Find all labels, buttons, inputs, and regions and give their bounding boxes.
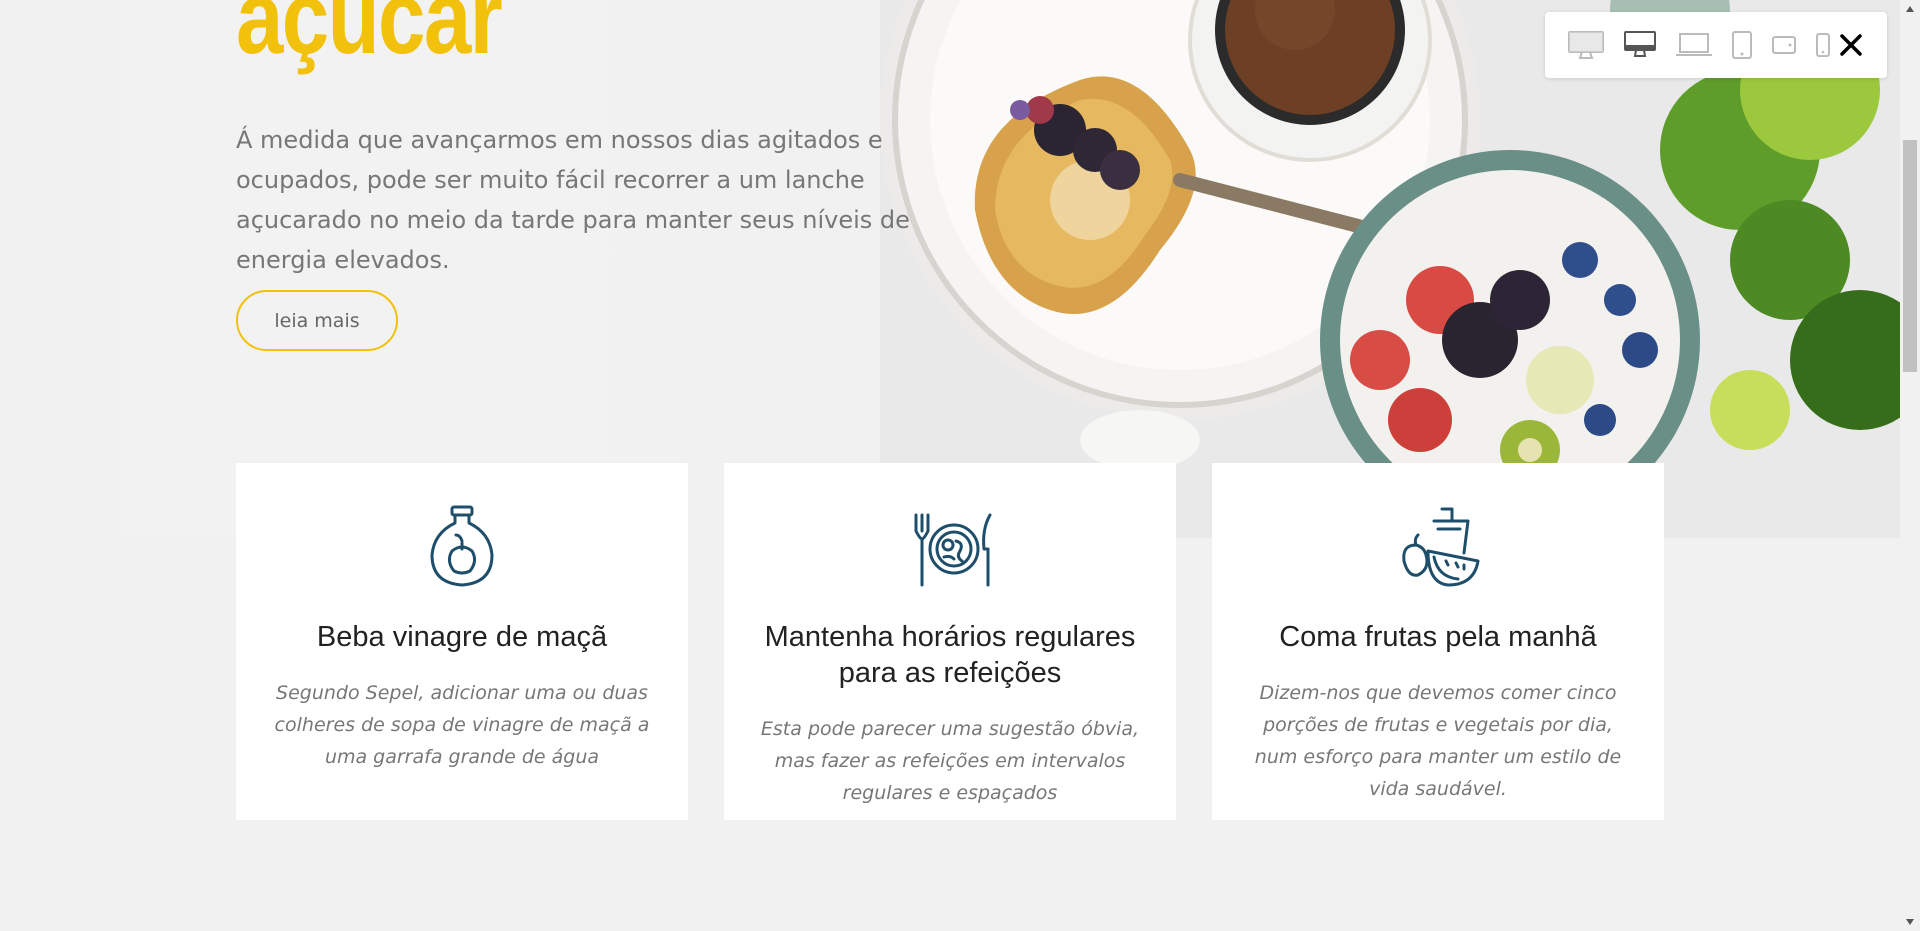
hero-title: açucar [236,0,503,76]
hero-description: Á medida que avançarmos em nossos dias a… [236,126,910,274]
tip-card-title: Beba vinagre de maçã [316,621,608,653]
page-scrollbar[interactable] [1900,0,1920,931]
plate-cutlery-icon [910,505,992,589]
scrollbar-thumb[interactable] [1903,140,1917,372]
phone-icon[interactable] [1815,32,1831,58]
tips-cards: Beba vinagre de maçã Segundo Sepel, adic… [236,463,1664,820]
tip-card: Coma frutas pela manhã Dizem-nos que dev… [1212,463,1664,820]
read-more-button[interactable]: leia mais [236,290,398,351]
fruits-drink-icon [1398,505,1480,589]
tip-card: Beba vinagre de maçã Segundo Sepel, adic… [236,463,688,820]
desktop-large-icon[interactable] [1567,30,1605,60]
scroll-up-arrow-icon[interactable] [1900,0,1920,18]
close-icon[interactable] [1833,27,1869,63]
tablet-landscape-icon[interactable] [1771,34,1797,56]
desktop-icon[interactable] [1623,30,1657,60]
tip-card-description: Esta pode parecer uma sugestão óbvia, ma… [760,718,1140,804]
hero-food-image [880,0,1900,538]
tip-card-title: Mantenha horários regulares para as refe… [764,621,1136,689]
food-illustration [880,0,1900,538]
tip-card-description: Segundo Sepel, adicionar uma ou duas col… [274,682,650,768]
tip-card: Mantenha horários regulares para as refe… [724,463,1176,820]
tip-card-title: Coma frutas pela manhã [1279,621,1597,653]
tablet-portrait-icon[interactable] [1731,30,1753,60]
tip-card-description: Dizem-nos que devemos comer cinco porçõe… [1254,682,1622,800]
laptop-icon[interactable] [1675,31,1713,59]
device-preview-toolbar [1545,12,1887,78]
vinegar-bottle-icon [422,505,502,589]
scroll-down-arrow-icon[interactable] [1900,913,1920,931]
